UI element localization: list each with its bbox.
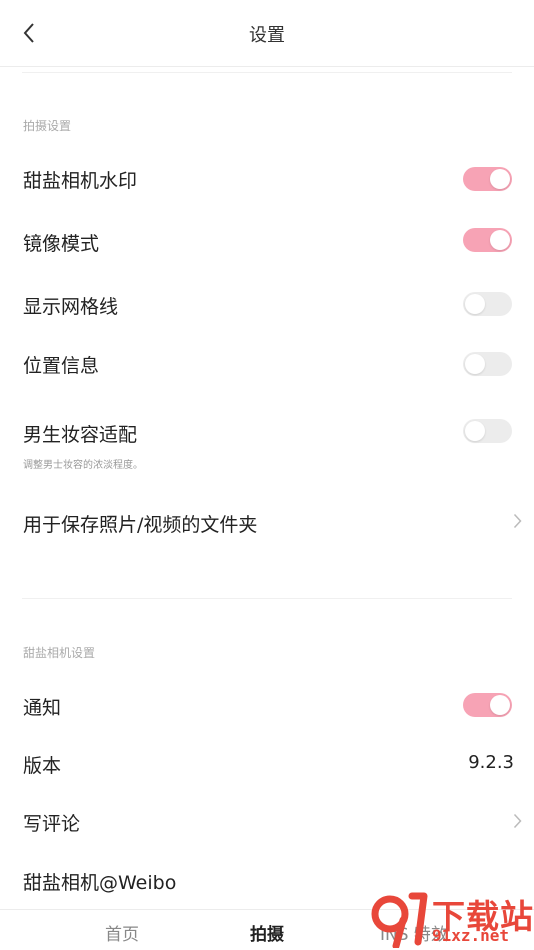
toggle-knob: [490, 230, 510, 250]
write-review-label[interactable]: 写评论: [23, 809, 80, 836]
male-makeup-label: 男生妆容适配: [23, 424, 138, 446]
toggle-knob: [465, 354, 485, 374]
site-watermark: 下载站 91xz.net: [366, 888, 534, 950]
divider: [22, 72, 512, 73]
watermark-url: 91xz.net: [432, 926, 510, 945]
watermark-setting-label: 甜盐相机水印: [23, 170, 138, 192]
toggle-knob: [465, 294, 485, 314]
version-value: 9.2.3: [468, 752, 514, 773]
notification-label: 通知: [23, 697, 62, 719]
watermark-logo-icon: [371, 892, 428, 948]
location-info-toggle[interactable]: [463, 352, 512, 376]
grid-lines-label: 显示网格线: [23, 296, 119, 318]
watermark-toggle[interactable]: [463, 167, 512, 191]
save-folder-label[interactable]: 用于保存照片/视频的文件夹: [23, 510, 257, 537]
male-makeup-description: 调整男士妆容的浓淡程度。: [23, 460, 143, 471]
section-label-shooting: 拍摄设置: [23, 119, 72, 133]
mirror-mode-label: 镜像模式: [23, 233, 100, 255]
weibo-link-label[interactable]: 甜盐相机@Weibo: [23, 868, 176, 895]
male-makeup-toggle[interactable]: [463, 419, 512, 443]
notification-toggle[interactable]: [463, 693, 512, 717]
section-divider: [22, 598, 512, 599]
tab-shoot[interactable]: 拍摄: [250, 920, 284, 945]
top-bar: 设置: [0, 0, 534, 67]
mirror-mode-toggle[interactable]: [463, 228, 512, 252]
grid-lines-toggle[interactable]: [463, 292, 512, 316]
toggle-knob: [490, 169, 510, 189]
location-info-label: 位置信息: [23, 355, 100, 377]
version-label: 版本: [23, 755, 62, 777]
toggle-knob: [465, 421, 485, 441]
section-label-camera: 甜盐相机设置: [23, 646, 96, 660]
chevron-right-icon[interactable]: [511, 512, 523, 530]
tab-home[interactable]: 首页: [105, 920, 139, 945]
page-title: 设置: [249, 25, 285, 46]
toggle-knob: [490, 695, 510, 715]
chevron-right-icon[interactable]: [511, 812, 523, 830]
